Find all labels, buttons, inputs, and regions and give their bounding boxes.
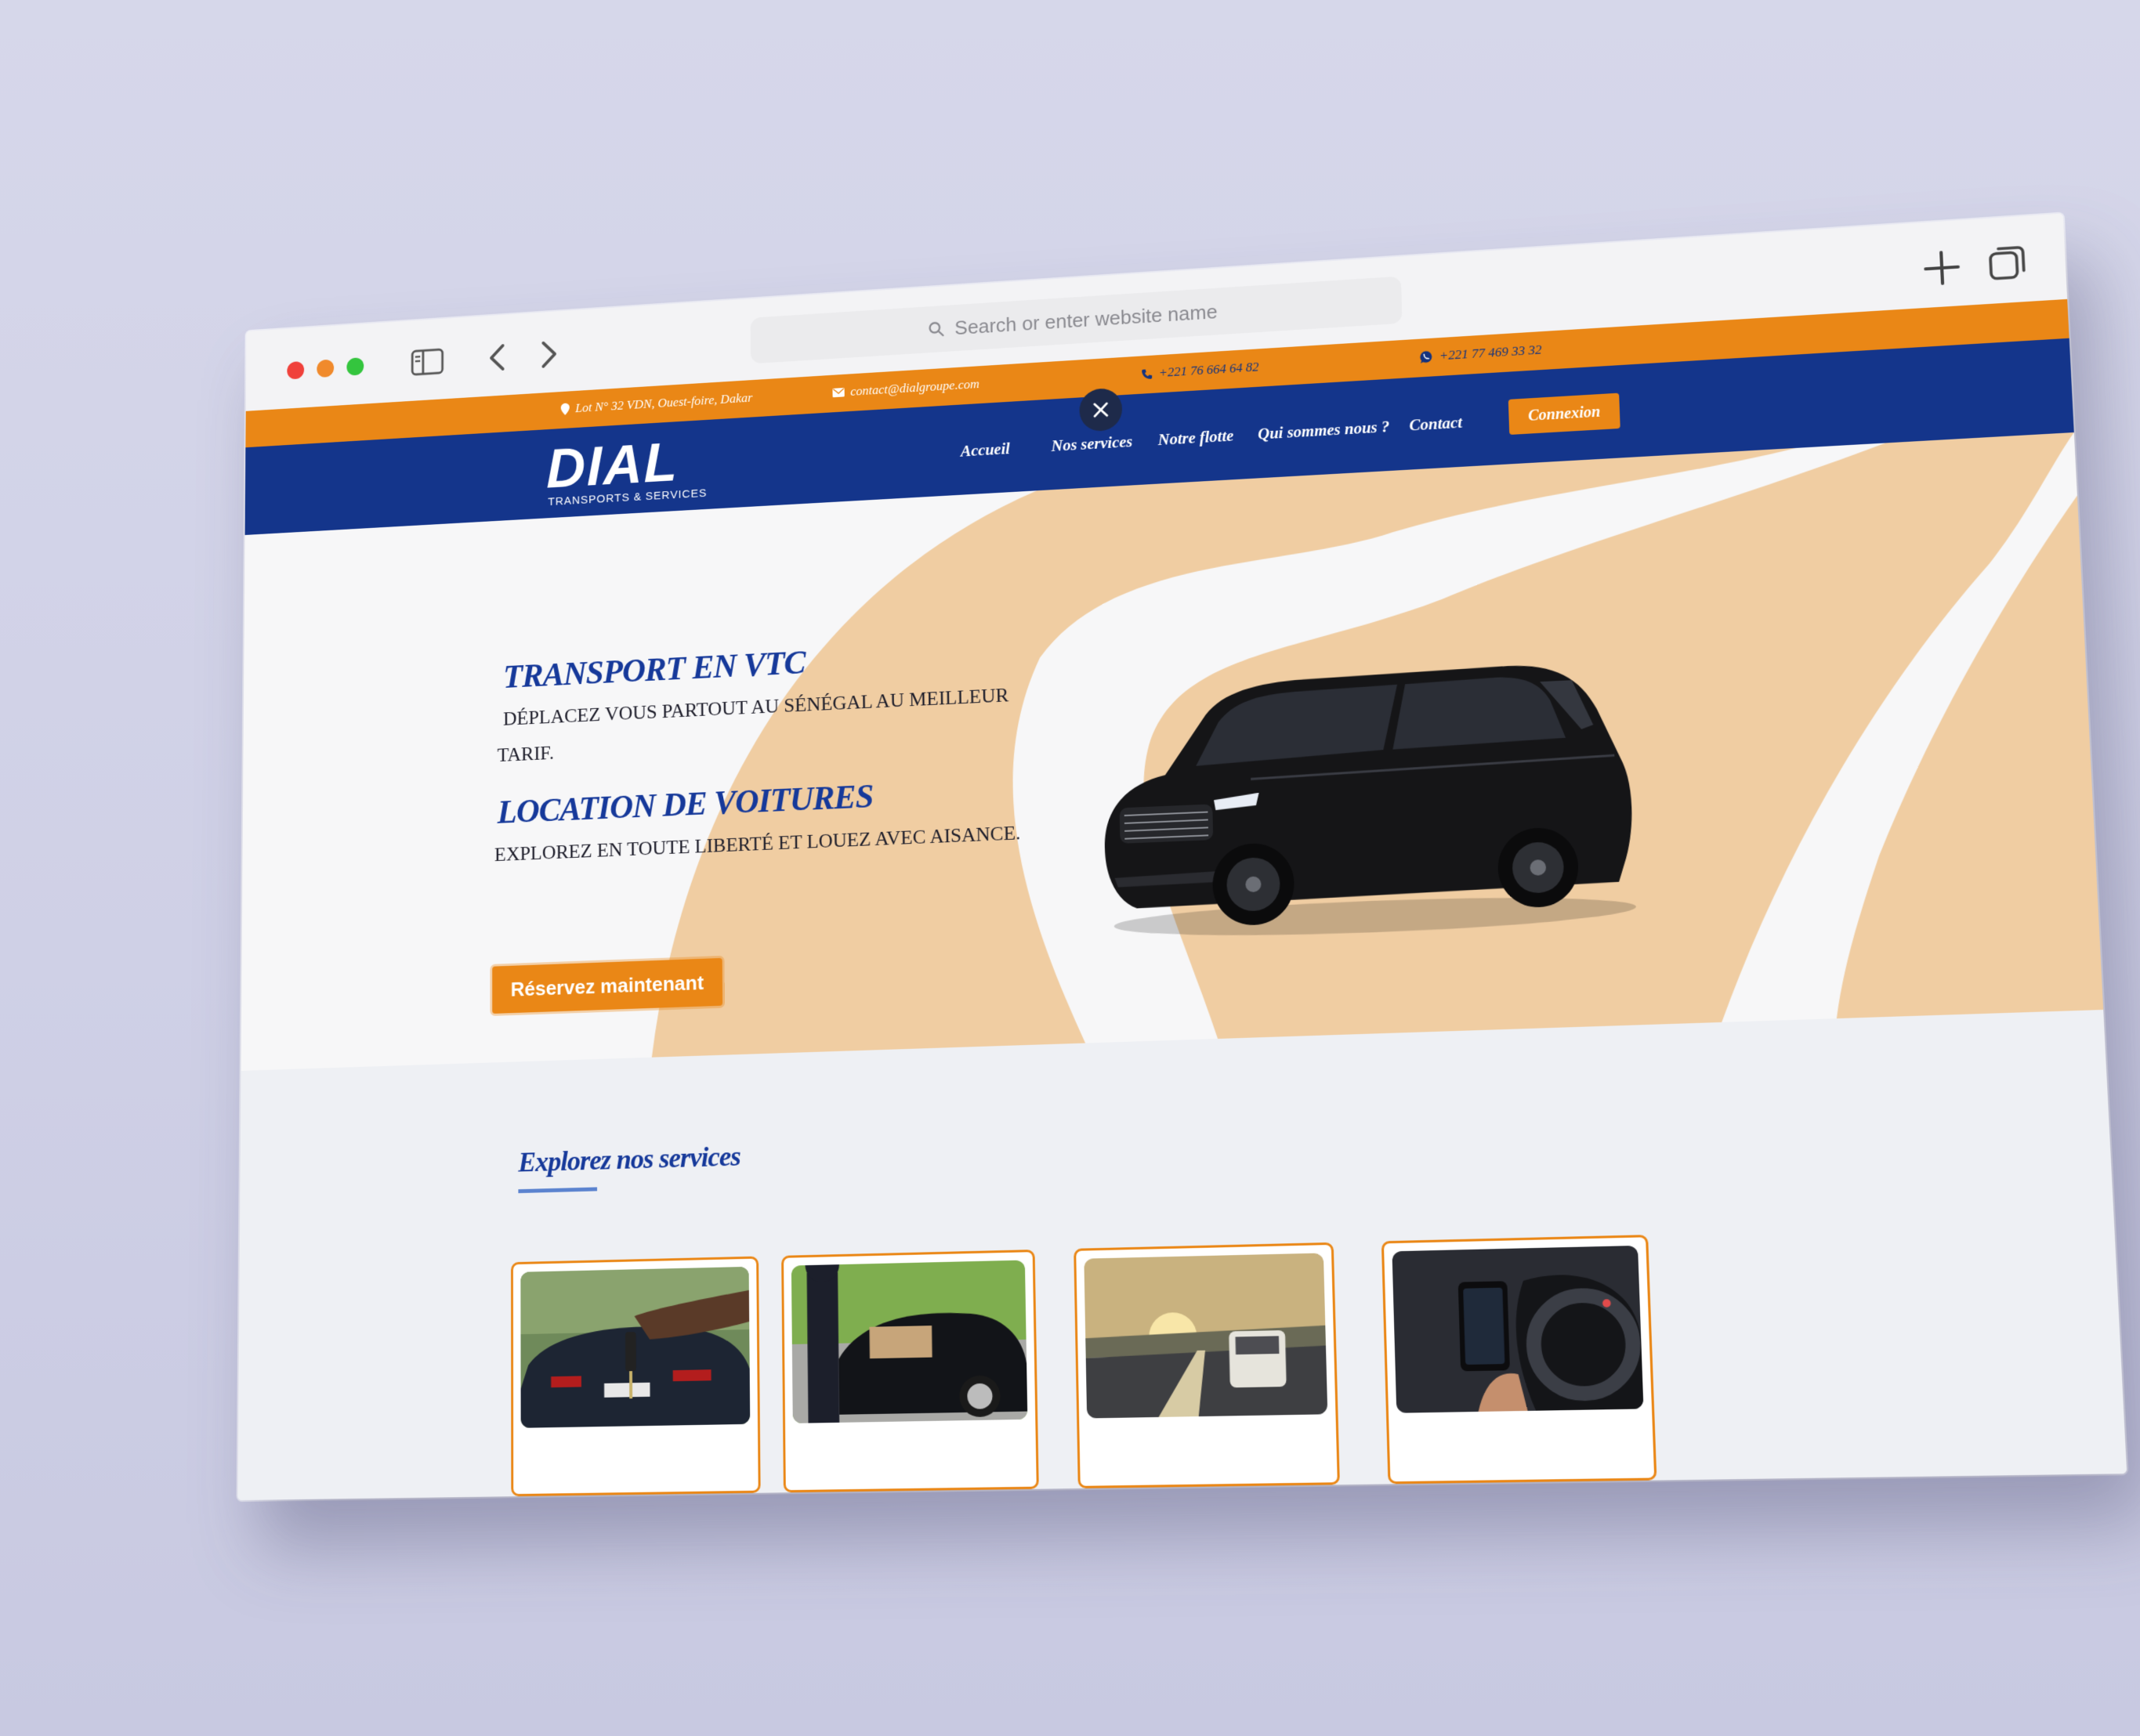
location-pin-icon: [560, 403, 570, 416]
login-button[interactable]: Connexion: [1508, 392, 1620, 436]
whatsapp-item[interactable]: +221 77 469 33 32: [1419, 342, 1542, 365]
services-title: Explorez nos services: [518, 1140, 740, 1178]
nav-accueil[interactable]: Accueil: [961, 439, 1010, 461]
title-underline: [518, 1187, 598, 1194]
close-icon[interactable]: [1079, 387, 1123, 432]
new-tab-plus-icon[interactable]: [1921, 248, 1962, 288]
address-placeholder: Search or enter website name: [954, 299, 1218, 339]
browser-mockup: Search or enter website name Lot N° 32 V…: [237, 213, 2127, 1501]
minimize-window-button[interactable]: [317, 359, 335, 378]
van-on-road-sunset-image: [1084, 1253, 1328, 1419]
address-text: Lot N° 32 VDN, Ouest-foire, Dakar: [575, 390, 753, 415]
nav-contact[interactable]: Contact: [1409, 413, 1462, 435]
nav-notre-flotte[interactable]: Notre flotte: [1157, 426, 1233, 450]
nav-nos-services[interactable]: Nos services: [1051, 432, 1132, 456]
sidebar-toggle-icon[interactable]: [411, 348, 444, 376]
browser-window: Search or enter website name Lot N° 32 V…: [237, 213, 2127, 1501]
forward-arrow-icon[interactable]: [538, 339, 559, 370]
maximize-window-button[interactable]: [346, 357, 364, 376]
hero-section: TRANSPORT EN VTC DÉPLACEZ VOUS PARTOUT A…: [241, 432, 2104, 1071]
reserve-now-button[interactable]: Réservez maintenant: [492, 957, 723, 1014]
whatsapp-icon: [1420, 350, 1432, 363]
email-text: contact@dialgroupe.com: [850, 376, 979, 399]
black-minivan-image: [1101, 660, 1637, 942]
services-section: Explorez nos services: [237, 1009, 2127, 1501]
chauffeur-opening-door-image: [791, 1260, 1028, 1423]
hero-text-vtc-line2: TARIF.: [497, 741, 555, 766]
envelope-icon: [832, 387, 845, 398]
whatsapp-text: +221 77 469 33 32: [1439, 342, 1542, 363]
service-card-vtc[interactable]: [781, 1250, 1039, 1493]
nav-qui-sommes-nous[interactable]: Qui sommes nous ?: [1258, 418, 1390, 444]
search-icon: [928, 320, 944, 338]
back-arrow-icon[interactable]: [487, 342, 509, 373]
dial-logo[interactable]: DIAL TRANSPORTS & SERVICES: [546, 430, 707, 511]
phone-in-car-image: [1392, 1245, 1644, 1413]
service-card-transport[interactable]: [1074, 1242, 1340, 1488]
phone-icon: [1142, 368, 1153, 379]
tab-overview-icon[interactable]: [1986, 242, 2030, 284]
phone-item[interactable]: +221 76 664 64 82: [1141, 360, 1259, 382]
car-key-handover-image: [520, 1266, 751, 1428]
phone-text: +221 76 664 64 82: [1158, 359, 1259, 380]
email-item[interactable]: contact@dialgroupe.com: [832, 377, 979, 400]
close-window-button[interactable]: [287, 360, 305, 380]
address-item: Lot N° 32 VDN, Ouest-foire, Dakar: [560, 390, 753, 417]
service-card-location[interactable]: [511, 1256, 761, 1497]
service-card-app[interactable]: [1381, 1235, 1657, 1485]
